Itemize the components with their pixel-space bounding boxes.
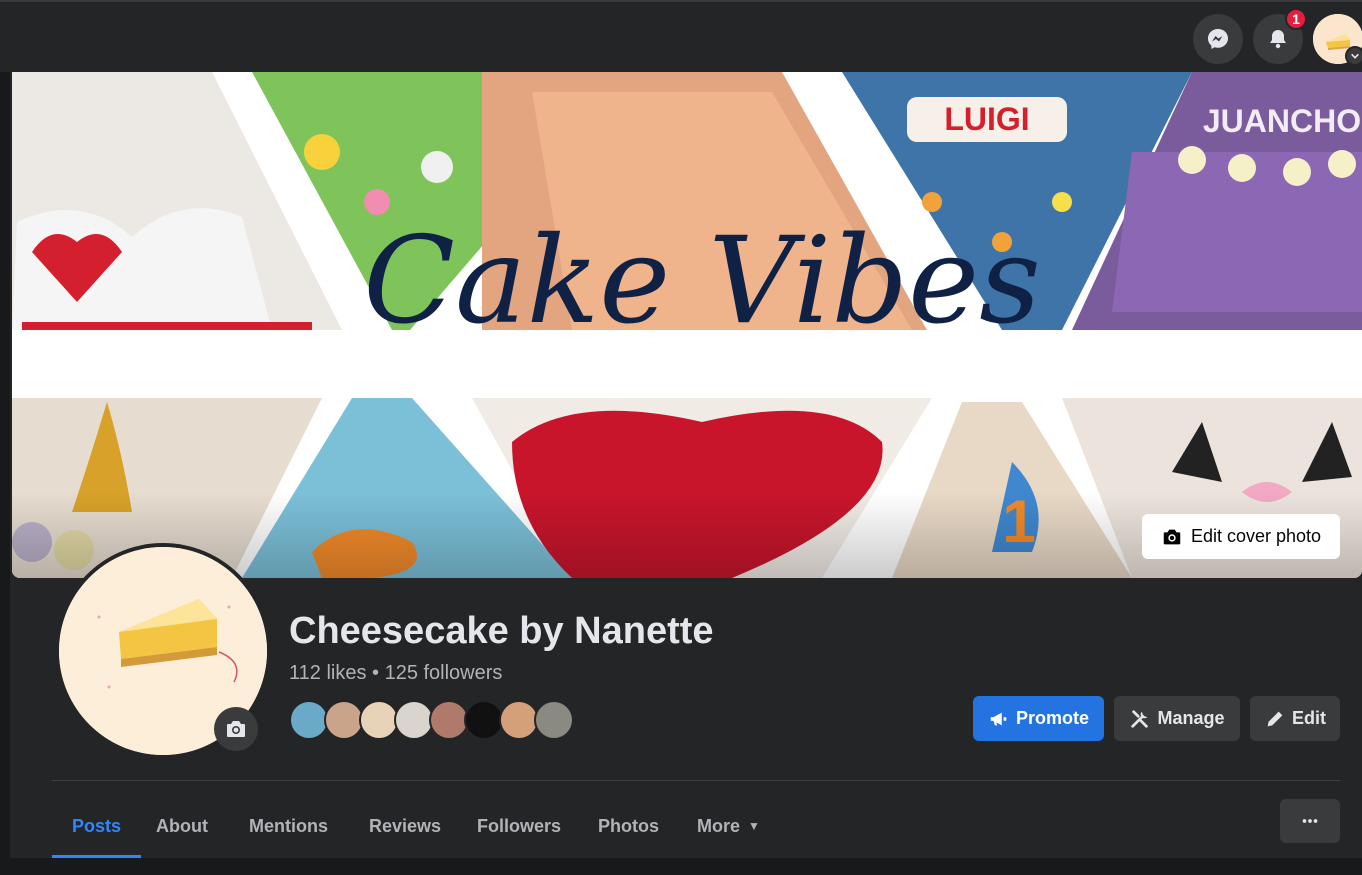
tab-posts[interactable]: Posts: [52, 794, 142, 858]
more-options-button[interactable]: [1280, 799, 1340, 843]
page-stats[interactable]: 112 likes • 125 followers: [289, 662, 502, 685]
follower-avatar[interactable]: [289, 700, 329, 740]
follower-avatar[interactable]: [324, 700, 364, 740]
tab-mentions[interactable]: Mentions: [229, 794, 348, 858]
promote-button[interactable]: Promote: [973, 696, 1104, 741]
account-menu-avatar[interactable]: [1313, 14, 1362, 66]
follower-avatar[interactable]: [359, 700, 399, 740]
notifications-button[interactable]: 1: [1253, 8, 1307, 64]
bell-icon: [1270, 30, 1286, 49]
tab-label: Reviews: [369, 815, 442, 836]
megaphone-icon: [990, 712, 1007, 725]
tab-label: More: [697, 815, 741, 836]
tab-label: About: [156, 815, 208, 836]
ellipsis-icon: [1302, 819, 1318, 823]
follower-avatar[interactable]: [394, 700, 434, 740]
page-header-card: LUIGI JUANCHO 1: [10, 72, 1362, 875]
cover-photo[interactable]: LUIGI JUANCHO 1: [12, 72, 1362, 578]
messenger-button[interactable]: [1193, 14, 1243, 64]
follower-avatar[interactable]: [499, 700, 539, 740]
update-profile-picture-button[interactable]: [214, 707, 258, 751]
header-divider: [52, 780, 1340, 781]
edit-cover-photo-button[interactable]: Edit cover photo: [1142, 514, 1340, 559]
juancho-cake-text: JUANCHO: [1203, 103, 1361, 139]
manage-button[interactable]: Manage: [1114, 696, 1240, 741]
tab-label: Followers: [477, 815, 562, 836]
left-gutter: [0, 72, 10, 875]
edit-page-button[interactable]: Edit: [1250, 696, 1340, 741]
tab-label: Posts: [72, 815, 122, 836]
chevron-down-icon: [1345, 46, 1362, 66]
follower-avatar[interactable]: [534, 700, 574, 740]
promote-label: Promote: [1015, 708, 1089, 728]
messenger-icon: [1208, 29, 1228, 49]
caret-down-icon: ▼: [748, 819, 760, 833]
follower-avatar[interactable]: [429, 700, 469, 740]
tab-more[interactable]: More ▼: [677, 794, 780, 858]
camera-icon: [1163, 529, 1181, 544]
cover-collage-image: LUIGI JUANCHO 1: [12, 72, 1362, 578]
tab-followers[interactable]: Followers: [457, 794, 581, 858]
top-navigation-bar: 1: [0, 0, 1362, 72]
manage-label: Manage: [1157, 708, 1225, 728]
luigi-cake-text: LUIGI: [944, 101, 1029, 137]
tab-photos[interactable]: Photos: [578, 794, 679, 858]
tab-reviews[interactable]: Reviews: [349, 794, 461, 858]
follower-avatar[interactable]: [464, 700, 504, 740]
edit-label: Edit: [1292, 708, 1326, 728]
notification-count-badge: 1: [1285, 8, 1307, 30]
tools-icon: [1131, 709, 1149, 728]
pencil-icon: [1267, 711, 1283, 726]
tab-about[interactable]: About: [136, 794, 228, 858]
page-title: Cheesecake by Nanette: [289, 610, 714, 652]
page-body-background: [10, 858, 1362, 875]
cake-vibes-script: Cake Vibes: [363, 212, 1041, 351]
camera-icon: [227, 721, 245, 737]
tab-label: Mentions: [249, 815, 328, 836]
tab-label: Photos: [598, 815, 659, 836]
edit-cover-photo-label: Edit cover photo: [1190, 526, 1322, 546]
